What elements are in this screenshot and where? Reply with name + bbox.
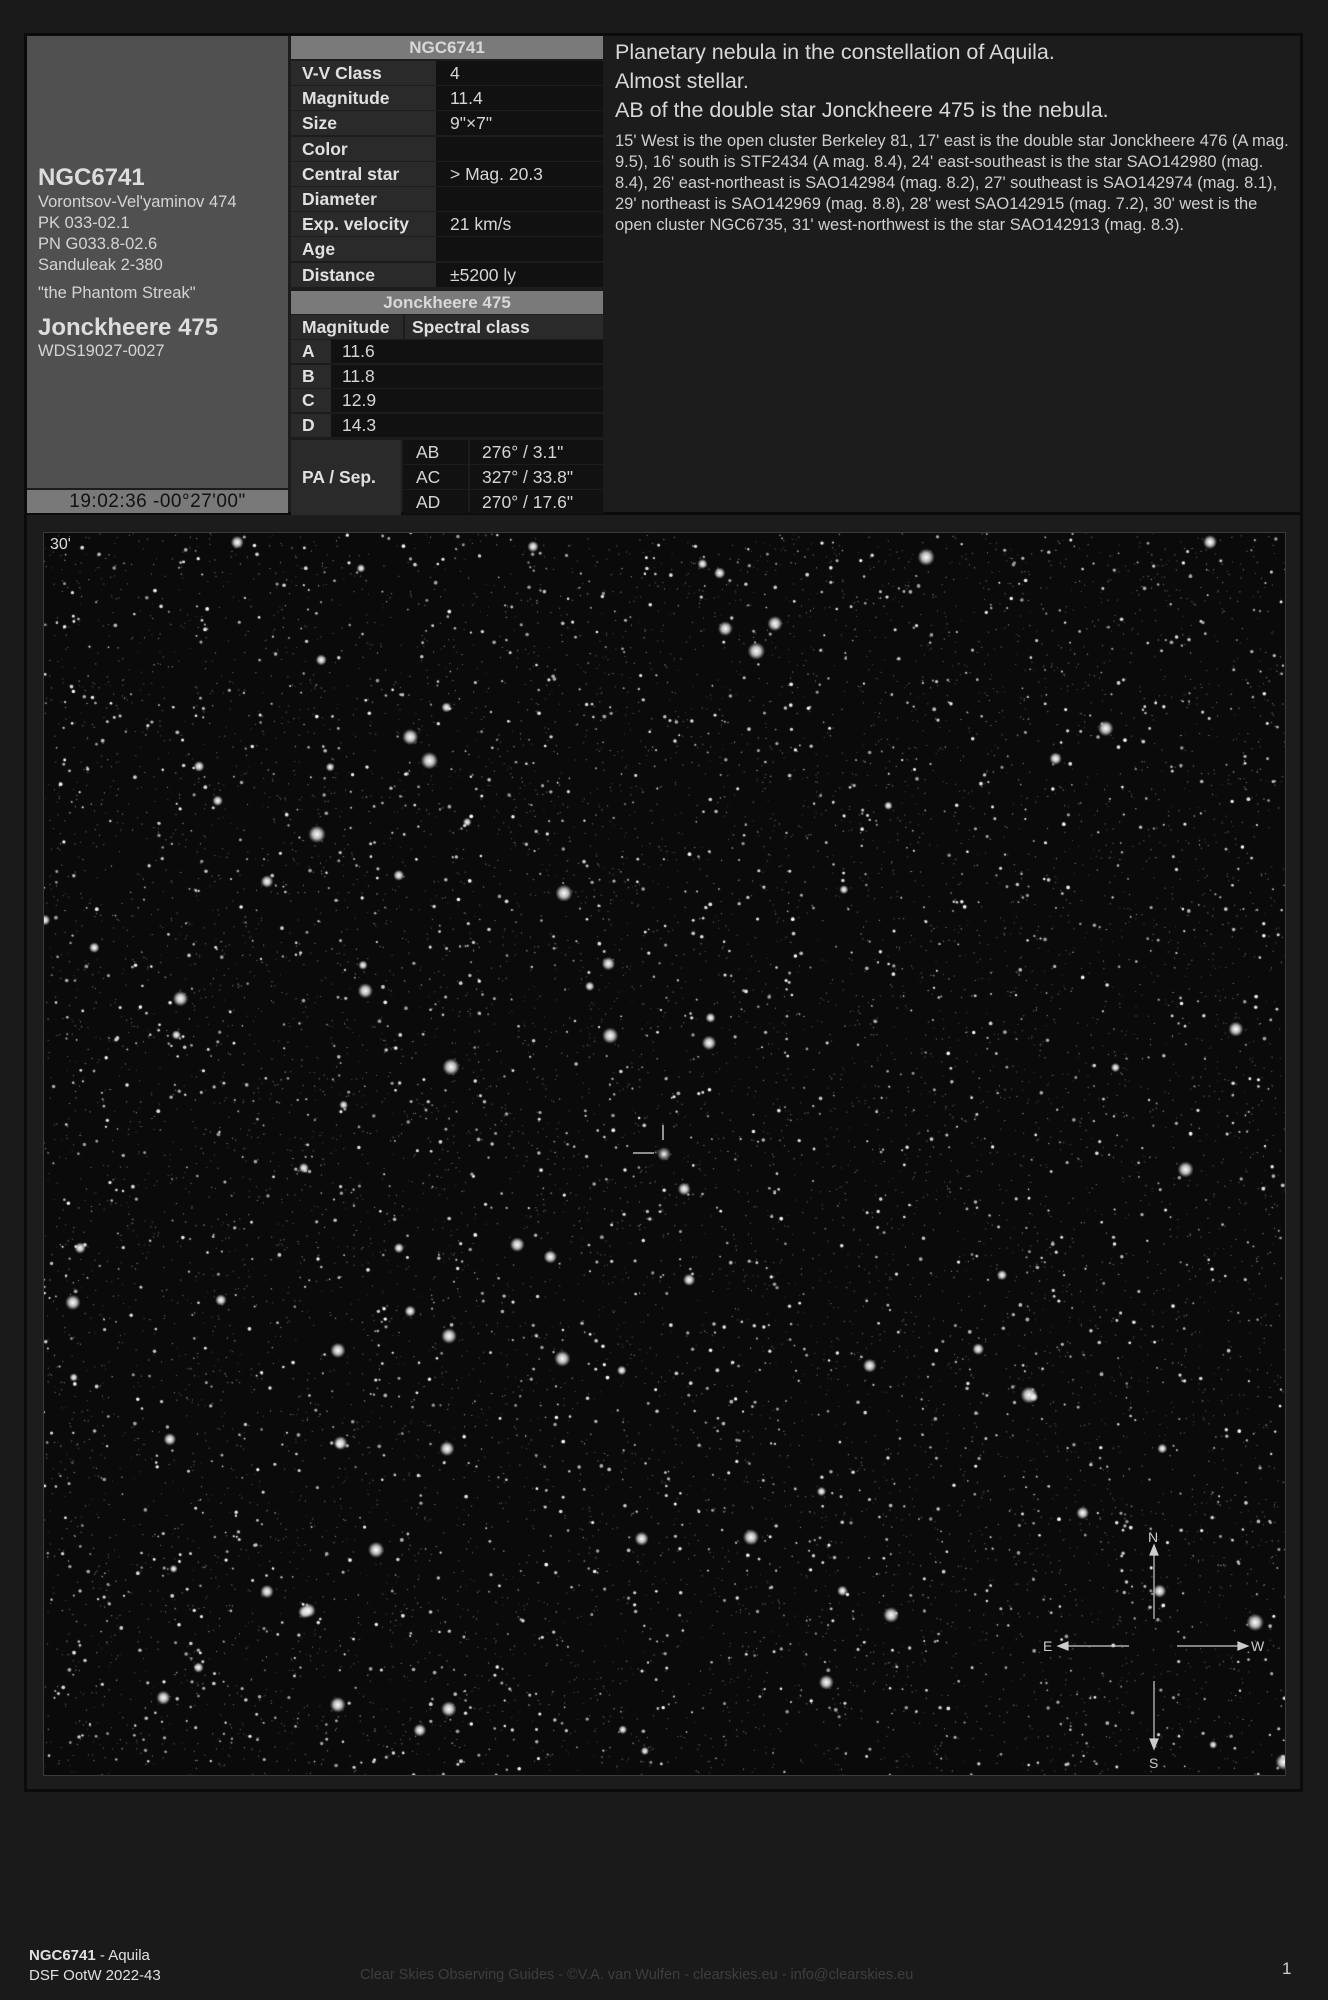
- nebula-row-key: Color: [291, 136, 436, 161]
- object-title: NGC6741: [38, 164, 145, 191]
- component-spectral: [405, 340, 603, 363]
- component-magnitude: 12.9: [333, 389, 403, 413]
- pa-sep-block: PA / Sep. AB 276° / 3.1" AC 327° / 33.8"…: [291, 440, 603, 515]
- pa-row: AD 270° / 17.6": [403, 490, 603, 514]
- nebula-row: Central star > Mag. 20.3: [291, 161, 603, 186]
- component-row: A 11.6: [291, 340, 603, 363]
- component-spectral: [405, 414, 603, 438]
- overlay-svg: N S E W: [633, 1125, 1265, 1771]
- nebula-row: Magnitude 11.4: [291, 86, 603, 111]
- component-label: B: [291, 364, 331, 388]
- footer-constellation: - Aquila: [95, 1947, 150, 1964]
- nebula-row-key: Size: [291, 111, 436, 136]
- nebula-row: Age: [291, 237, 603, 262]
- footer-credit: Clear Skies Observing Guides - ©V.A. van…: [360, 1967, 914, 1983]
- wds-designation: WDS19027-0027: [38, 342, 165, 360]
- designation-4: Sanduleak 2-380: [38, 256, 163, 274]
- nebula-row-value: 9"×7": [438, 111, 603, 136]
- pair-label: AB: [403, 440, 468, 464]
- double-star-title: Jonckheere 475: [38, 314, 219, 341]
- component-magnitude: 14.3: [333, 414, 403, 438]
- pair-value: 270° / 17.6": [470, 490, 603, 514]
- description-detail: 15' West is the open cluster Berkeley 81…: [615, 132, 1289, 234]
- page-number: 1: [1282, 1959, 1292, 1978]
- nebula-row-value: > Mag. 20.3: [438, 161, 603, 186]
- component-row: C 12.9: [291, 389, 603, 413]
- footer-object: NGC6741: [29, 1947, 96, 1964]
- pair-label: AD: [403, 490, 468, 514]
- compass-east-label: E: [1043, 1638, 1052, 1654]
- star-field-image: N S E W: [43, 532, 1286, 1776]
- double-table-columns: Magnitude Spectral class: [291, 315, 603, 339]
- pa-row: AC 327° / 33.8": [403, 465, 603, 489]
- pa-sep-label: PA / Sep.: [291, 440, 401, 515]
- nebula-row-key: Central star: [291, 161, 436, 186]
- designation-1: Vorontsov-Vel'yaminov 474: [38, 193, 237, 211]
- nebula-row: Diameter: [291, 187, 603, 211]
- compass-south-label: S: [1149, 1755, 1158, 1771]
- component-row: D 14.3: [291, 414, 603, 438]
- component-row: B 11.8: [291, 364, 603, 388]
- nebula-row-key: Magnitude: [291, 86, 436, 111]
- pair-label: AC: [403, 465, 468, 489]
- nebula-row-value: 4: [438, 61, 603, 85]
- component-magnitude: 11.8: [333, 364, 403, 388]
- compass-north-label: N: [1148, 1529, 1158, 1545]
- description-line-1: Planetary nebula in the constellation of…: [615, 40, 1055, 64]
- description-line-2: Almost stellar.: [615, 69, 749, 93]
- nebula-row-value: 11.4: [438, 86, 603, 111]
- designation-3: PN G033.8-02.6: [38, 235, 158, 253]
- nebula-row: Exp. velocity 21 km/s: [291, 212, 603, 237]
- component-label: C: [291, 389, 331, 413]
- nebula-row-key: Age: [291, 237, 436, 262]
- component-label: D: [291, 414, 331, 438]
- double-table-header: Jonckheere 475: [291, 291, 603, 314]
- nebula-row-value: ±5200 ly: [438, 262, 603, 287]
- nebula-row: V-V Class 4: [291, 61, 603, 85]
- object-name-box: NGC6741 Vorontsov-Vel'yaminov 474 PK 033…: [27, 36, 288, 488]
- compass-rose: [1056, 1543, 1250, 1751]
- nebula-row-key: Distance: [291, 262, 436, 287]
- nebula-table-header: NGC6741: [291, 36, 603, 59]
- nebula-row: Size 9"×7": [291, 111, 603, 136]
- nebula-row-value: 21 km/s: [438, 212, 603, 237]
- nebula-row: Color: [291, 136, 603, 161]
- pa-row: AB 276° / 3.1": [403, 440, 603, 464]
- designation-2: PK 033-02.1: [38, 214, 130, 232]
- target-marker: [633, 1125, 664, 1154]
- component-magnitude: 11.6: [333, 340, 403, 363]
- nebula-row-value: [438, 187, 603, 211]
- component-spectral: [405, 364, 603, 388]
- magnitude-column-header: Magnitude: [291, 315, 403, 339]
- footer-left: NGC6741 - Aquila DSF OotW 2022-43: [29, 1946, 161, 1986]
- component-spectral: [405, 389, 603, 413]
- coordinates: 19:02:36 -00°27'00": [27, 490, 288, 513]
- compass-west-label: W: [1251, 1638, 1265, 1654]
- nebula-row-value: [438, 237, 603, 262]
- description-line-3: AB of the double star Jonckheere 475 is …: [615, 98, 1109, 122]
- nebula-row-key: V-V Class: [291, 61, 436, 85]
- spectral-column-header: Spectral class: [405, 315, 603, 339]
- nebula-row-key: Diameter: [291, 187, 436, 211]
- nebula-row-key: Exp. velocity: [291, 212, 436, 237]
- nickname: "the Phantom Streak": [38, 284, 196, 302]
- nebula-row-value: [438, 136, 603, 161]
- description: Planetary nebula in the constellation of…: [615, 38, 1295, 236]
- footer-series: DSF OotW 2022-43: [29, 1967, 161, 1984]
- pair-value: 327° / 33.8": [470, 465, 603, 489]
- nebula-row: Distance ±5200 ly: [291, 262, 603, 287]
- component-label: A: [291, 340, 331, 363]
- field-scale-label: 30': [50, 536, 71, 553]
- pair-value: 276° / 3.1": [470, 440, 603, 464]
